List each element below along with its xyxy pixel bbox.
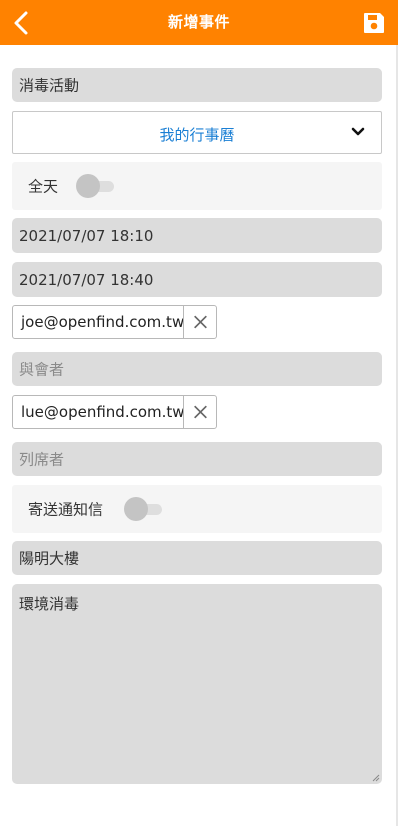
attendees-placeholder: 與會者 bbox=[19, 360, 65, 379]
optional-attendee-email: lue@openfind.com.tw bbox=[21, 403, 185, 421]
floppy-disk-icon[interactable] bbox=[362, 11, 386, 35]
optional-attendee-chip: lue@openfind.com.tw bbox=[12, 395, 217, 429]
calendar-selected-value: 我的行事曆 bbox=[159, 126, 235, 144]
attendee-email: joe@openfind.com.tw bbox=[21, 313, 185, 331]
end-datetime-input[interactable]: 2021/07/07 18:40 bbox=[12, 262, 382, 297]
all-day-toggle[interactable] bbox=[76, 174, 116, 198]
description-textarea[interactable]: 環境消毒 bbox=[12, 584, 382, 784]
close-icon[interactable] bbox=[183, 306, 216, 338]
location-input[interactable]: 陽明大樓 bbox=[12, 541, 382, 575]
optional-attendees-placeholder: 列席者 bbox=[19, 450, 65, 469]
attendee-chip: joe@openfind.com.tw bbox=[12, 305, 217, 339]
attendees-input[interactable]: 與會者 bbox=[12, 352, 382, 386]
description-value: 環境消毒 bbox=[19, 595, 80, 613]
chevron-down-icon bbox=[351, 127, 365, 136]
toggle-knob bbox=[124, 497, 148, 521]
send-notice-label: 寄送通知信 bbox=[28, 500, 104, 519]
resize-handle-icon[interactable] bbox=[372, 774, 380, 782]
send-notice-row: 寄送通知信 bbox=[12, 485, 382, 533]
send-notice-toggle[interactable] bbox=[124, 497, 164, 521]
page-title: 新增事件 bbox=[167, 13, 230, 31]
subject-value: 消毒活動 bbox=[19, 76, 80, 95]
optional-attendees-input[interactable]: 列席者 bbox=[12, 442, 382, 476]
close-icon[interactable] bbox=[183, 396, 216, 428]
start-datetime-input[interactable]: 2021/07/07 18:10 bbox=[12, 218, 382, 253]
end-datetime-value: 2021/07/07 18:40 bbox=[19, 270, 154, 289]
toggle-knob bbox=[76, 174, 100, 198]
calendar-select[interactable]: 我的行事曆 bbox=[12, 111, 382, 154]
location-value: 陽明大樓 bbox=[19, 549, 80, 568]
subject-input[interactable]: 消毒活動 bbox=[12, 68, 382, 102]
app-header: 新增事件 bbox=[0, 0, 398, 45]
start-datetime-value: 2021/07/07 18:10 bbox=[19, 226, 154, 245]
all-day-row: 全天 bbox=[12, 162, 382, 210]
all-day-label: 全天 bbox=[28, 177, 59, 196]
